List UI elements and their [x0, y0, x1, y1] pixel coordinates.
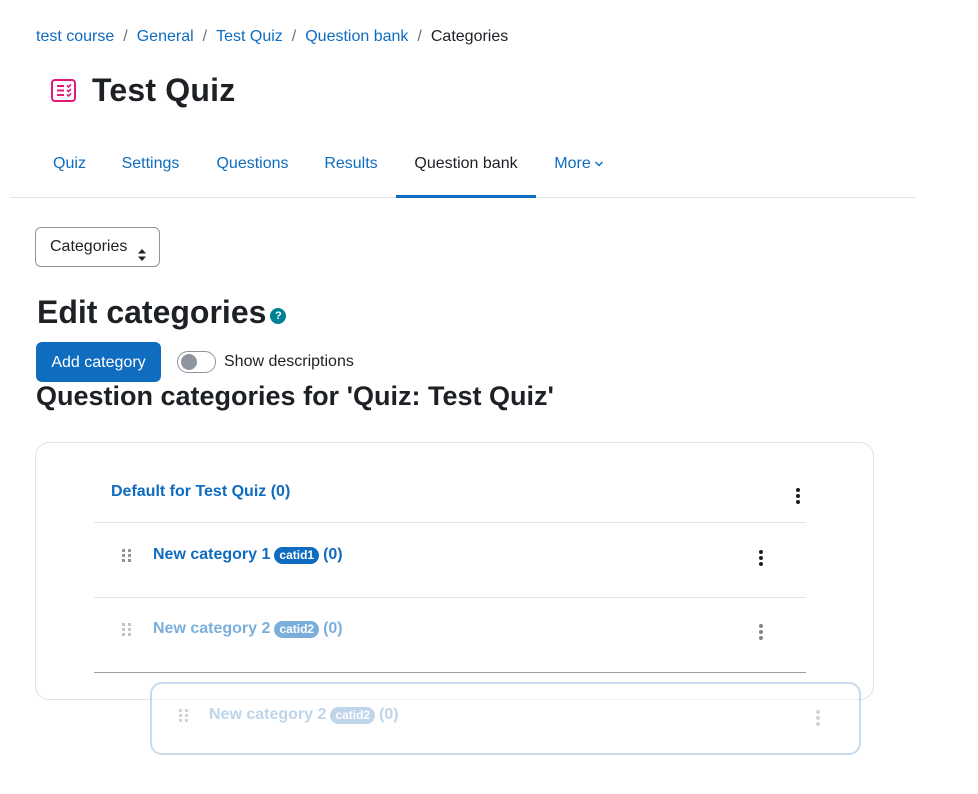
tab-more[interactable]: More	[537, 132, 621, 198]
category-row-dragging-placeholder: New category 2 catid2 (0)	[94, 598, 806, 673]
category-link-default[interactable]: Default for Test Quiz (0)	[111, 483, 290, 501]
drag-proxy[interactable]: New category 2 catid2 (0)	[150, 682, 861, 755]
kebab-menu-icon	[814, 709, 822, 727]
category-name: Default for Test Quiz	[111, 483, 267, 500]
kebab-menu-icon[interactable]	[794, 487, 802, 505]
edit-categories-heading: Edit categories ?	[37, 294, 287, 331]
breadcrumb-separator: /	[202, 28, 208, 45]
tab-settings[interactable]: Settings	[104, 132, 197, 198]
category-count: (0)	[323, 620, 343, 637]
breadcrumb-course[interactable]: test course	[36, 28, 114, 46]
category-name: New category 1	[153, 546, 271, 563]
breadcrumb: test course / General / Test Quiz / Ques…	[36, 28, 508, 46]
toggle-switch[interactable]	[177, 351, 216, 373]
kebab-menu-icon[interactable]	[757, 623, 765, 641]
tab-questions[interactable]: Questions	[198, 132, 307, 198]
breadcrumb-quiz[interactable]: Test Quiz	[216, 28, 283, 46]
context-heading: Question categories for 'Quiz: Test Quiz…	[36, 381, 554, 411]
drag-handle-icon[interactable]	[121, 548, 133, 563]
kebab-menu-icon[interactable]	[757, 549, 765, 567]
toggle-label: Show descriptions	[224, 353, 354, 370]
drag-handle-icon	[178, 708, 190, 723]
toggle-knob	[181, 354, 197, 370]
help-icon[interactable]: ?	[270, 307, 287, 324]
category-count: (0)	[379, 706, 399, 723]
category-idnumber-badge: catid1	[274, 546, 320, 564]
category-idnumber-badge: catid2	[274, 620, 320, 638]
category-row-default: Default for Test Quiz (0)	[94, 465, 806, 523]
select-value: Categories	[50, 238, 128, 255]
tab-quiz[interactable]: Quiz	[36, 132, 103, 198]
drag-handle-icon[interactable]	[121, 622, 133, 637]
categories-card: Default for Test Quiz (0) New category 1…	[35, 442, 874, 700]
breadcrumb-separator: /	[291, 28, 297, 45]
category-idnumber-badge: catid2	[330, 706, 376, 724]
drag-proxy-label: New category 2 catid2 (0)	[209, 706, 399, 724]
tab-question-bank[interactable]: Question bank	[396, 132, 536, 198]
category-count: (0)	[270, 483, 291, 500]
add-category-button[interactable]: Add category	[36, 342, 161, 382]
breadcrumb-question-bank[interactable]: Question bank	[305, 28, 408, 46]
edit-categories-title: Edit categories	[37, 294, 267, 330]
page-title: Test Quiz	[92, 72, 236, 108]
chevron-down-icon	[594, 132, 604, 196]
select-arrows-icon	[137, 240, 147, 278]
category-link[interactable]: New category 2 catid2 (0)	[153, 620, 343, 638]
tab-results[interactable]: Results	[308, 132, 394, 198]
question-bank-select[interactable]: Categories	[35, 227, 160, 267]
breadcrumb-separator: /	[123, 28, 128, 45]
breadcrumb-section[interactable]: General	[137, 28, 194, 46]
quiz-icon	[50, 77, 77, 104]
page-header: Test Quiz	[50, 72, 235, 109]
breadcrumb-separator: /	[417, 28, 422, 45]
show-descriptions-toggle[interactable]: Show descriptions	[177, 351, 354, 373]
category-row: New category 1 catid1 (0)	[94, 524, 806, 598]
secondary-navigation: Quiz Settings Questions Results Question…	[10, 132, 916, 198]
category-name: New category 2	[209, 706, 327, 723]
category-count: (0)	[323, 546, 343, 563]
category-link[interactable]: New category 1 catid1 (0)	[153, 546, 343, 564]
breadcrumb-current: Categories	[430, 28, 509, 45]
category-name: New category 2	[153, 620, 271, 637]
tab-more-label: More	[554, 155, 591, 173]
